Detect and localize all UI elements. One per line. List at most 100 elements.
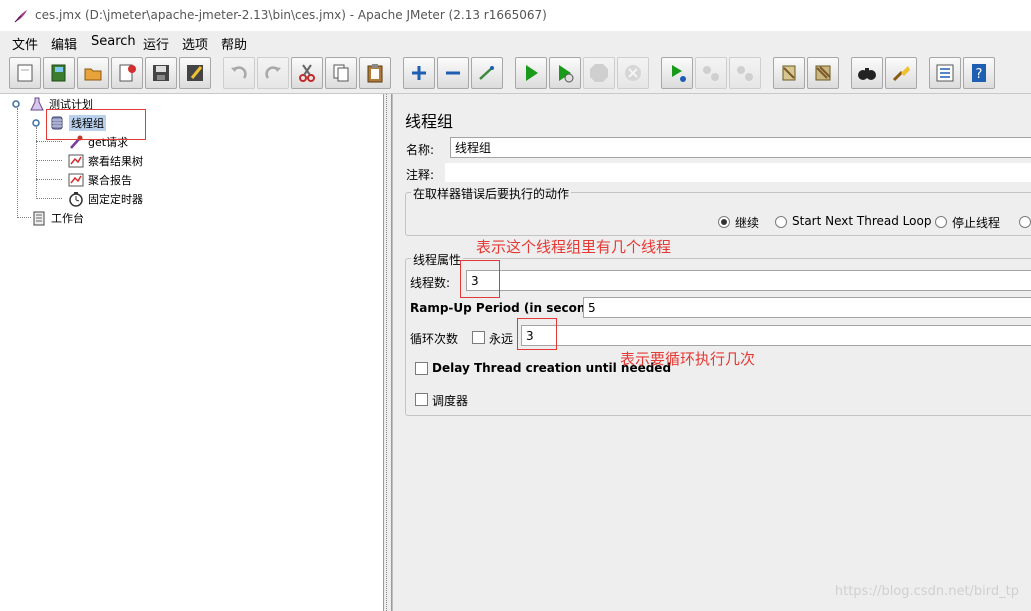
toolbar: ? xyxy=(0,53,1031,94)
highlight-threads-field xyxy=(460,260,500,298)
copy-button[interactable] xyxy=(325,57,357,89)
undo-button[interactable] xyxy=(223,57,255,89)
rampup-label: Ramp-Up Period (in seconds): xyxy=(410,301,612,315)
start-no-pauses-button[interactable] xyxy=(549,57,581,89)
expander-icon[interactable] xyxy=(11,99,21,109)
scheduler-label[interactable]: 调度器 xyxy=(432,392,468,409)
tree-node-workbench[interactable]: 工作台 xyxy=(31,209,84,227)
comment-input[interactable] xyxy=(444,162,1031,183)
menu-run[interactable]: 运行 xyxy=(143,34,169,53)
open-folder-icon xyxy=(84,68,102,81)
radio-more[interactable] xyxy=(1019,216,1031,228)
clear-broom-icon xyxy=(782,65,796,81)
tree-node-constant-timer[interactable]: 固定定时器 xyxy=(68,190,143,208)
paste-button[interactable] xyxy=(359,57,391,89)
tree-label-view-results-tree: 察看结果树 xyxy=(88,155,143,168)
copy-icon xyxy=(333,64,349,82)
help-button[interactable]: ? xyxy=(963,57,995,89)
menu-help[interactable]: 帮助 xyxy=(221,34,247,53)
test-plan-flask-icon xyxy=(30,97,44,111)
listener-chart-icon xyxy=(68,173,84,187)
menu-edit[interactable]: 编辑 xyxy=(51,34,77,53)
new-button[interactable] xyxy=(9,57,41,89)
clear-all-broom-icon xyxy=(815,65,831,81)
list-icon xyxy=(936,64,954,82)
clear-all-button[interactable] xyxy=(807,57,839,89)
minus-icon xyxy=(446,71,460,75)
open-button[interactable] xyxy=(77,57,109,89)
remote-stop-icon xyxy=(703,66,719,81)
binoculars-icon xyxy=(858,68,876,80)
play-icon xyxy=(526,65,538,81)
menu-search[interactable]: Search xyxy=(91,34,136,49)
close-button[interactable] xyxy=(111,57,143,89)
delay-thread-checkbox[interactable] xyxy=(415,362,428,375)
radio-continue-label[interactable]: 继续 xyxy=(735,214,759,231)
tree-node-aggregate-report[interactable]: 聚合报告 xyxy=(68,171,132,189)
forever-label[interactable]: 永远 xyxy=(489,330,513,347)
save-screenshot-button[interactable] xyxy=(179,57,211,89)
window-title: ces.jmx (D:\jmeter\apache-jmeter-2.13\bi… xyxy=(35,8,547,22)
radio-continue[interactable] xyxy=(718,216,730,228)
name-input[interactable] xyxy=(450,137,1031,158)
listener-chart-icon xyxy=(68,154,84,168)
highlight-thread-group xyxy=(46,109,146,140)
comment-label: 注释: xyxy=(406,168,435,182)
function-helper-button[interactable] xyxy=(929,57,961,89)
remote-stop-all-button[interactable] xyxy=(695,57,727,89)
save-disk-icon xyxy=(153,65,169,81)
title-bar: ces.jmx (D:\jmeter\apache-jmeter-2.13\bi… xyxy=(0,0,1031,31)
templates-book-icon xyxy=(51,64,66,82)
remote-start-all-button[interactable] xyxy=(661,57,693,89)
tree-label-aggregate-report: 聚合报告 xyxy=(88,174,132,187)
reset-search-button[interactable] xyxy=(885,57,917,89)
expand-all-button[interactable] xyxy=(403,57,435,89)
jmeter-feather-icon xyxy=(14,10,27,23)
error-action-title: 在取样器错误后要执行的动作 xyxy=(411,185,572,202)
undo-icon xyxy=(231,66,247,79)
clear-button[interactable] xyxy=(773,57,805,89)
cut-button[interactable] xyxy=(291,57,323,89)
thread-group-editor: 线程组 名称: 注释: 在取样器错误后要执行的动作 继续 Start Next … xyxy=(392,94,1031,611)
templates-button[interactable] xyxy=(43,57,75,89)
remote-play-icon xyxy=(672,65,686,82)
paste-clipboard-icon xyxy=(367,64,383,83)
menu-options[interactable]: 选项 xyxy=(182,34,208,53)
plus-icon xyxy=(412,66,426,80)
radio-stop-thread[interactable] xyxy=(935,216,947,228)
search-button[interactable] xyxy=(851,57,883,89)
splitter-handle[interactable] xyxy=(384,94,392,611)
rampup-input[interactable] xyxy=(583,297,1031,318)
edit-disk-icon xyxy=(187,65,203,81)
redo-button[interactable] xyxy=(257,57,289,89)
thread-properties-title: 线程属性 xyxy=(411,251,464,268)
timer-clock-icon xyxy=(69,192,83,207)
save-button[interactable] xyxy=(145,57,177,89)
new-document-icon xyxy=(17,64,33,82)
annotation-threads: 表示这个线程组里有几个线程 xyxy=(476,238,672,256)
menu-bar: 文件 编辑 Search 运行 选项 帮助 xyxy=(0,31,1031,53)
collapse-all-button[interactable] xyxy=(437,57,469,89)
menu-file[interactable]: 文件 xyxy=(12,34,38,53)
tree-label-workbench: 工作台 xyxy=(51,212,84,225)
forever-checkbox[interactable] xyxy=(472,331,485,344)
radio-start-next-loop-label[interactable]: Start Next Thread Loop xyxy=(792,214,931,228)
remote-shutdown-all-button[interactable] xyxy=(729,57,761,89)
toggle-button[interactable] xyxy=(471,57,503,89)
threads-input[interactable] xyxy=(466,270,1031,291)
scissors-icon xyxy=(299,64,315,82)
help-question-icon: ? xyxy=(972,64,986,82)
radio-start-next-loop[interactable] xyxy=(775,216,787,228)
reset-broom-icon xyxy=(892,66,910,82)
expander-icon[interactable] xyxy=(31,118,41,128)
stop-button[interactable] xyxy=(583,57,615,89)
radio-stop-thread-label[interactable]: 停止线程 xyxy=(952,214,1000,231)
start-button[interactable] xyxy=(515,57,547,89)
test-plan-tree: 测试计划 线程组 get请求 察看结果树 聚合报告 固定定时器 工作台 xyxy=(0,94,384,611)
tree-node-view-results-tree[interactable]: 察看结果树 xyxy=(68,152,143,170)
loop-count-input[interactable] xyxy=(521,325,1031,346)
shutdown-button[interactable] xyxy=(617,57,649,89)
close-file-icon xyxy=(119,64,136,82)
scheduler-checkbox[interactable] xyxy=(415,393,428,406)
shutdown-x-icon xyxy=(625,65,641,81)
